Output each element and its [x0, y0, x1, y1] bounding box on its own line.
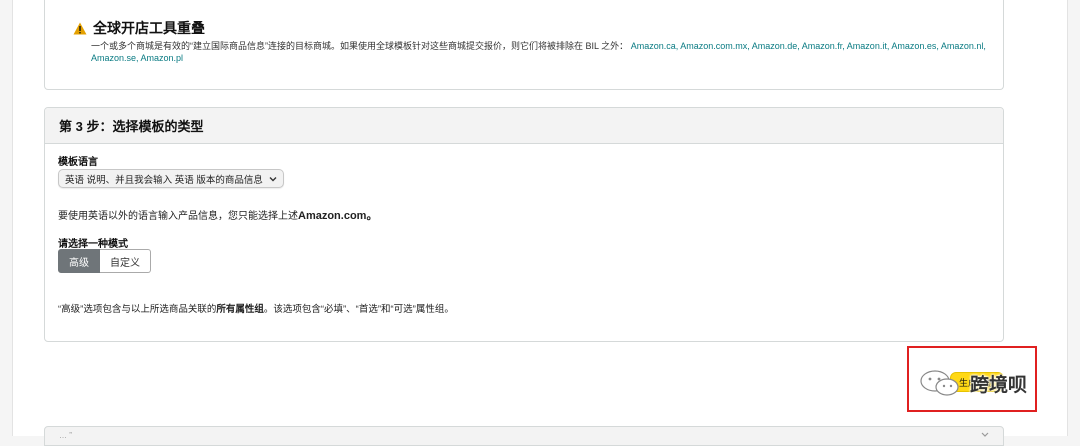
warning-icon [73, 22, 87, 34]
language-note-text: 要使用英语以外的语言输入产品信息，您只能选择上述 [58, 211, 298, 222]
next-section-panel[interactable]: … ” [44, 426, 1004, 446]
global-selling-overlap-notice: 全球开店工具重叠 一个或多个商城是有效的“建立国际商品信息”连接的目标商城。如果… [44, 0, 1004, 90]
template-language-select[interactable]: 英语 说明、并且我会输入 英语 版本的商品信息 [58, 169, 284, 188]
template-language-label: 模板语言 [58, 157, 98, 168]
chevron-down-icon [269, 176, 277, 181]
step-3-title: 第 3 步：选择模板的类型 [45, 108, 1003, 144]
language-note-marketplace: Amazon.com。 [298, 210, 378, 222]
wechat-icon [920, 370, 959, 396]
mode-segmented-control: 高级 自定义 [58, 249, 151, 273]
notice-body: 一个或多个商城是有效的“建立国际商品信息”连接的目标商城。如果使用全球模板针对这… [91, 40, 991, 64]
notice-title: 全球开店工具重叠 [73, 18, 205, 38]
mode-description-prefix: “高级”选项包含与以上所选商品关联的 [58, 304, 217, 315]
mode-description-bold: 所有属性组 [216, 304, 264, 315]
mode-advanced-button[interactable]: 高级 [58, 249, 100, 273]
mode-label: 请选择一种模式 [58, 239, 128, 250]
mode-description: “高级”选项包含与以上所选商品关联的所有属性组。该选项包含“必填”、“首选”和“… [58, 302, 528, 318]
chevron-down-icon [981, 432, 989, 437]
step-3-panel: 第 3 步：选择模板的类型 模板语言 英语 说明、并且我会输入 英语 版本的商品… [44, 107, 1004, 342]
notice-title-text: 全球开店工具重叠 [93, 20, 205, 36]
mode-custom-button[interactable]: 自定义 [100, 249, 151, 273]
notice-text: 一个或多个商城是有效的“建立国际商品信息”连接的目标商城。如果使用全球模板针对这… [91, 41, 629, 51]
watermark: 跨境呗 [918, 368, 1027, 398]
language-note: 要使用英语以外的语言输入产品信息，您只能选择上述Amazon.com。 [58, 207, 377, 223]
template-language-value: 英语 说明、并且我会输入 英语 版本的商品信息 [65, 174, 263, 186]
watermark-text: 跨境呗 [970, 374, 1028, 396]
mode-description-suffix: 。该选项包含“必填”、“首选”和“可选”属性组。 [263, 304, 454, 315]
